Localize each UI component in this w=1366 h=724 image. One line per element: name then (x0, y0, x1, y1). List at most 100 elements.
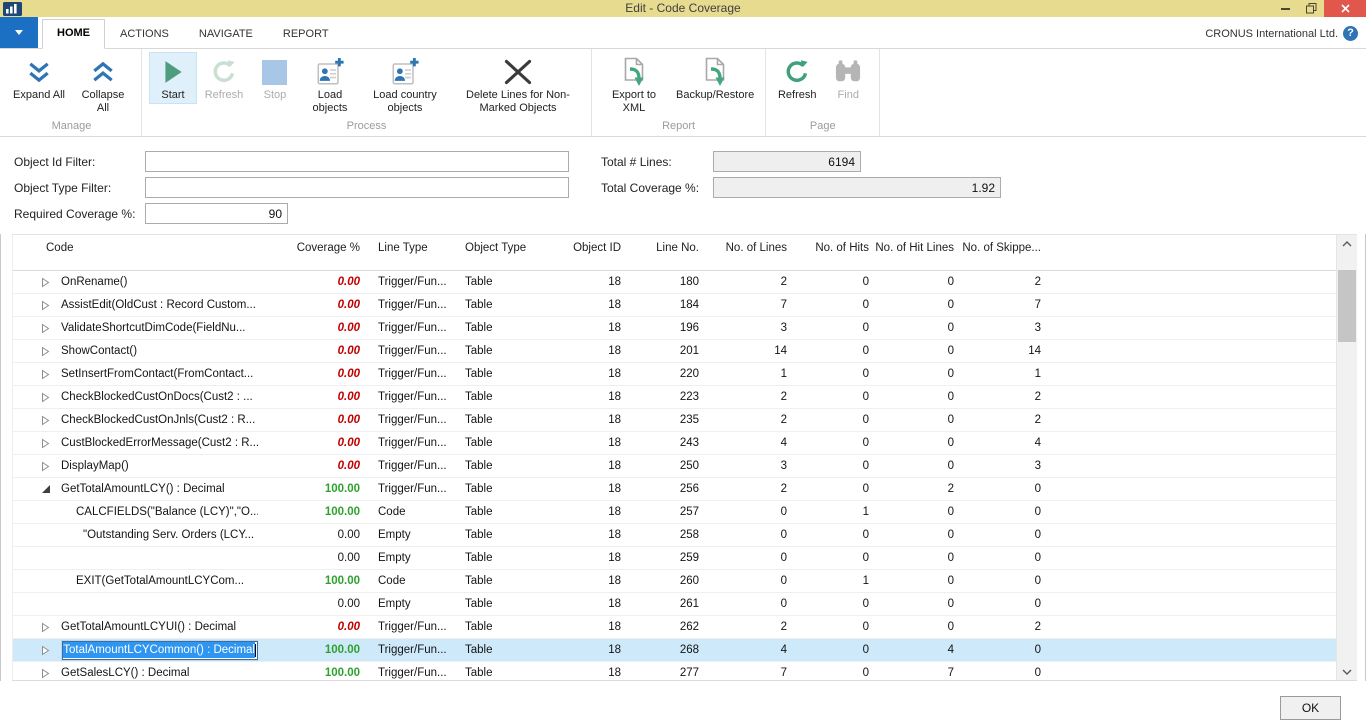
filler-cell (1045, 662, 1336, 680)
line-no-cell: 259 (625, 547, 703, 569)
table-row[interactable]: GetSalesLCY() : Decimal 100.00 Trigger/F… (13, 662, 1336, 680)
table-row[interactable]: CustBlockedErrorMessage(Cust2 : R... 0.0… (13, 432, 1336, 455)
column-header-no-of-skipped[interactable]: No. of Skippe... (958, 235, 1045, 270)
table-row[interactable]: CheckBlockedCustOnJnls(Cust2 : R... 0.00… (13, 409, 1336, 432)
column-header-no-of-lines[interactable]: No. of Lines (703, 235, 791, 270)
tree-arrow-icon[interactable] (41, 300, 61, 311)
no-of-lines-cell: 3 (703, 317, 791, 339)
table-row[interactable]: CheckBlockedCustOnDocs(Cust2 : ... 0.00 … (13, 386, 1336, 409)
tree-arrow-icon[interactable] (41, 645, 61, 656)
no-of-lines-cell: 0 (703, 547, 791, 569)
filler-cell (1045, 616, 1336, 638)
column-header-no-of-hit-lines[interactable]: No. of Hit Lines (873, 235, 958, 270)
table-row[interactable]: TotalAmountLCYCommon() : Decimal 100.00 … (13, 639, 1336, 662)
application-menu-button[interactable] (0, 17, 38, 48)
stop-icon (262, 55, 287, 89)
no-of-hit-lines-cell: 0 (873, 616, 958, 638)
coverage-cell: 0.00 (258, 409, 366, 431)
filter-panel: Object Id Filter: Object Type Filter: Re… (0, 137, 1366, 234)
ribbon-button-expand-all[interactable]: Expand All (9, 52, 69, 104)
tree-arrow-icon[interactable] (41, 346, 61, 357)
column-header-code[interactable]: Code (13, 235, 258, 270)
inline-edit-field[interactable]: TotalAmountLCYCommon() : Decimal (62, 641, 258, 660)
object-id-cell: 18 (551, 478, 625, 500)
ribbon-button-refresh-page[interactable]: Refresh (773, 52, 821, 104)
object-type-filter-label: Object Type Filter: (14, 181, 111, 195)
table-row[interactable]: "Outstanding Serv. Orders (LCY... 0.00 E… (13, 524, 1336, 547)
tree-arrow-icon[interactable] (41, 392, 61, 403)
scroll-up-button[interactable] (1337, 235, 1357, 252)
object-id-filter-input[interactable] (145, 151, 569, 172)
vertical-scrollbar[interactable] (1336, 235, 1357, 680)
column-header-object-id[interactable]: Object ID (551, 235, 625, 270)
no-of-hit-lines-cell: 2 (873, 478, 958, 500)
coverage-cell: 0.00 (258, 616, 366, 638)
close-button[interactable] (1324, 0, 1366, 17)
tree-arrow-icon[interactable] (41, 415, 61, 426)
tab-report[interactable]: REPORT (268, 20, 344, 48)
table-row[interactable]: GetTotalAmountLCYUI() : Decimal 0.00 Tri… (13, 616, 1336, 639)
tree-arrow-icon[interactable] (41, 323, 61, 334)
object-id-cell: 18 (551, 570, 625, 592)
required-coverage-input[interactable] (145, 203, 288, 224)
ribbon-tab-bar: HOME ACTIONS NAVIGATE REPORT CRONUS Inte… (0, 17, 1366, 49)
table-row[interactable]: SetInsertFromContact(FromContact... 0.00… (13, 363, 1336, 386)
coverage-cell: 0.00 (258, 524, 366, 546)
window-title: Edit - Code Coverage (0, 0, 1366, 17)
table-row[interactable]: AssistEdit(OldCust : Record Custom... 0.… (13, 294, 1336, 317)
table-row[interactable]: EXIT(GetTotalAmountLCYCom... 100.00 Code… (13, 570, 1336, 593)
tree-arrow-icon[interactable] (41, 369, 61, 380)
help-icon[interactable]: ? (1343, 26, 1358, 41)
ribbon-button-load-objects[interactable]: Load objects (302, 52, 358, 116)
column-header-no-of-hits[interactable]: No. of Hits (791, 235, 873, 270)
tab-actions[interactable]: ACTIONS (105, 20, 184, 48)
tree-arrow-icon[interactable] (41, 461, 61, 472)
tab-navigate[interactable]: NAVIGATE (184, 20, 268, 48)
restore-button[interactable] (1298, 0, 1324, 17)
ribbon-button-load-country-objects[interactable]: Load country objects (361, 52, 449, 116)
tree-arrow-icon[interactable] (41, 484, 61, 494)
ribbon-button-collapse-all[interactable]: Collapse All (72, 52, 134, 116)
no-of-lines-cell: 3 (703, 455, 791, 477)
tree-arrow-icon[interactable] (41, 438, 61, 449)
line-type-cell: Code (366, 570, 453, 592)
no-of-skipped-cell: 2 (958, 386, 1045, 408)
no-of-lines-cell: 0 (703, 570, 791, 592)
ribbon-button-start[interactable]: Start (149, 52, 197, 104)
column-header-line-no[interactable]: Line No. (625, 235, 703, 270)
table-row[interactable]: DisplayMap() 0.00 Trigger/Fun... Table 1… (13, 455, 1336, 478)
tab-home[interactable]: HOME (42, 19, 105, 49)
column-header-object-type[interactable]: Object Type (453, 235, 551, 270)
table-row[interactable]: 0.00 Empty Table 18 261 0 0 0 0 (13, 593, 1336, 616)
ribbon-button-backup-restore[interactable]: Backup/Restore (672, 52, 758, 104)
minimize-button[interactable] (1272, 0, 1298, 17)
tree-arrow-icon[interactable] (41, 622, 61, 633)
object-type-filter-input[interactable] (145, 177, 569, 198)
table-row[interactable]: OnRename() 0.00 Trigger/Fun... Table 18 … (13, 271, 1336, 294)
table-row[interactable]: 0.00 Empty Table 18 259 0 0 0 0 (13, 547, 1336, 570)
column-header-coverage[interactable]: Coverage % (258, 235, 366, 270)
code-cell: SetInsertFromContact(FromContact... (13, 363, 258, 385)
table-row[interactable]: GetTotalAmountLCY() : Decimal 100.00 Tri… (13, 478, 1336, 501)
no-of-lines-cell: 14 (703, 340, 791, 362)
no-of-hits-cell: 0 (791, 639, 873, 661)
line-type-cell: Code (366, 501, 453, 523)
no-of-hit-lines-cell: 0 (873, 294, 958, 316)
scroll-down-button[interactable] (1337, 663, 1357, 680)
no-of-skipped-cell: 0 (958, 639, 1045, 661)
scrollbar-thumb[interactable] (1338, 270, 1356, 342)
table-row[interactable]: ShowContact() 0.00 Trigger/Fun... Table … (13, 340, 1336, 363)
chevron-double-down-icon (26, 55, 52, 89)
no-of-hit-lines-cell: 0 (873, 524, 958, 546)
line-type-cell: Trigger/Fun... (366, 478, 453, 500)
table-row[interactable]: ValidateShortcutDimCode(FieldNu... 0.00 … (13, 317, 1336, 340)
tree-arrow-icon[interactable] (41, 668, 61, 679)
scrollbar-track[interactable] (1337, 252, 1357, 663)
no-of-skipped-cell: 2 (958, 616, 1045, 638)
tree-arrow-icon[interactable] (41, 277, 61, 288)
table-row[interactable]: CALCFIELDS("Balance (LCY)","O... 100.00 … (13, 501, 1336, 524)
ok-button[interactable]: OK (1280, 696, 1341, 720)
ribbon-button-delete-lines[interactable]: Delete Lines for Non-Marked Objects (452, 52, 584, 116)
column-header-line-type[interactable]: Line Type (366, 235, 453, 270)
ribbon-button-export-to-xml[interactable]: Export to XML (599, 52, 669, 116)
